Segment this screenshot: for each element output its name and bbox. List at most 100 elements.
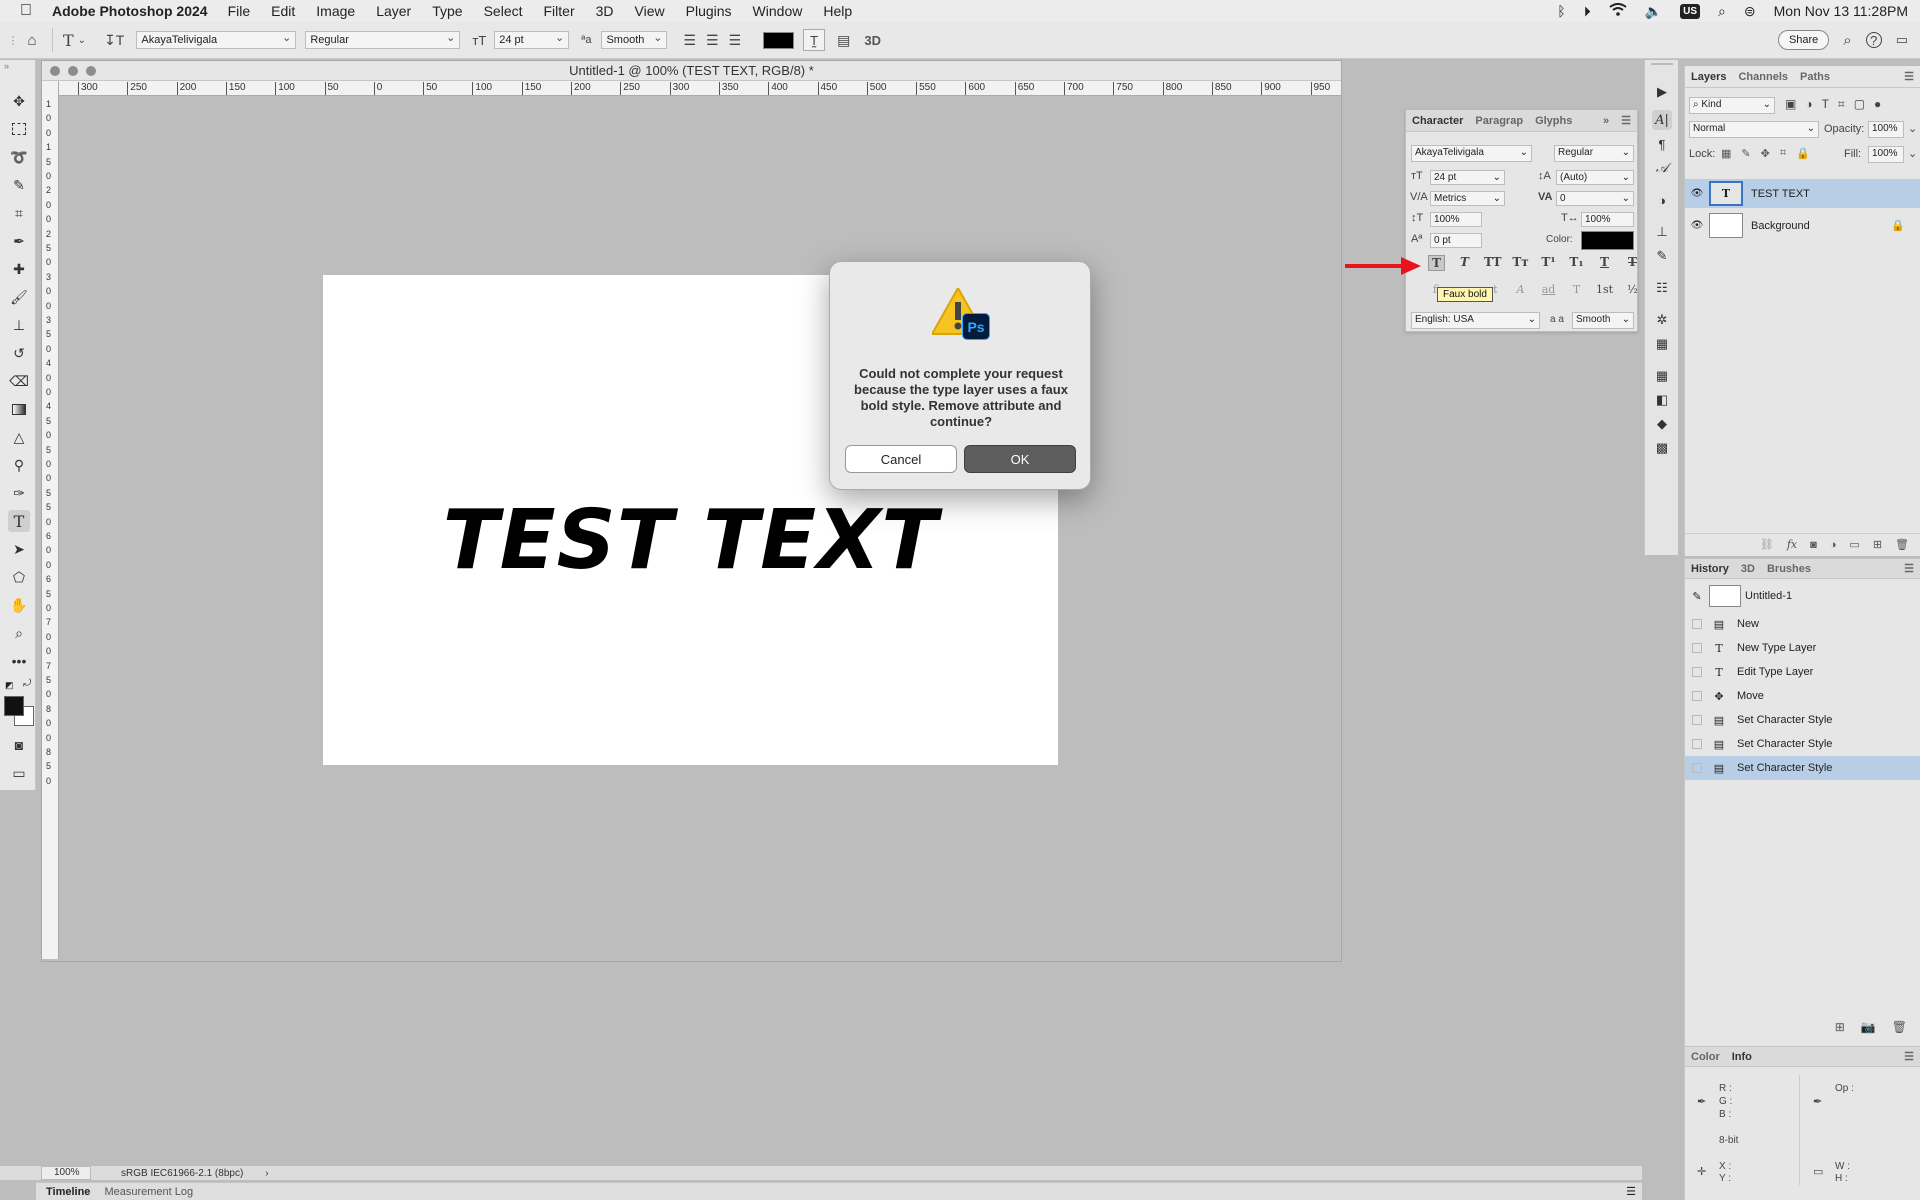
swatches-icon[interactable]: ▦: [1652, 366, 1672, 386]
history-brush-source-icon[interactable]: ✎: [1685, 590, 1709, 603]
eraser-tool-icon[interactable]: ⌫: [8, 370, 30, 392]
apple-icon[interactable]: : [0, 2, 52, 20]
panel-expand-icon[interactable]: »: [4, 61, 9, 71]
history-snapshot[interactable]: ✎ Untitled-1: [1685, 583, 1920, 609]
pen-tool-icon[interactable]: ✑: [8, 482, 30, 504]
tab-layers[interactable]: Layers: [1685, 71, 1732, 83]
vertical-ruler[interactable]: 1 0 0 1 5 0 2 0 0 2 5 0 3 0 0 3 5 0 4 0 0 4 5 0 5 0 0 5 5 0 6 0 0 6 5 0 7 0 0 7…: [42, 81, 59, 959]
adjustment-filter-icon[interactable]: ◑: [1805, 97, 1812, 112]
spotlight-search-icon[interactable]: ⌕: [1718, 3, 1726, 20]
history-checkbox[interactable]: [1692, 619, 1702, 629]
fill-chevron-icon[interactable]: ⌄: [1908, 147, 1917, 160]
link-layers-icon[interactable]: ⛓: [1760, 538, 1774, 551]
blur-tool-icon[interactable]: △: [8, 426, 30, 448]
tab-timeline[interactable]: Timeline: [36, 1186, 100, 1198]
menu-file[interactable]: File: [228, 3, 251, 19]
char-font-family-select[interactable]: AkayaTelivigala ⌄: [1411, 145, 1532, 162]
history-checkbox[interactable]: [1692, 691, 1702, 701]
panel-menu-icon[interactable]: ☰: [1898, 562, 1920, 575]
patterns-icon[interactable]: ▩: [1652, 438, 1672, 458]
text-color-swatch[interactable]: [763, 31, 795, 49]
eyedropper-icon[interactable]: ✒: [1813, 1095, 1822, 1108]
horizontal-ruler[interactable]: 300 250 200 150 100 50 0 50 100 150 200 250 300 350 40…: [59, 81, 1341, 96]
dodge-tool-icon[interactable]: ⚲: [8, 454, 30, 476]
fill-field[interactable]: 100%: [1868, 146, 1904, 163]
align-center-icon[interactable]: ☰: [706, 32, 719, 49]
lasso-tool-icon[interactable]: ➰: [8, 146, 30, 168]
panel-menu-icon[interactable]: ☰: [1898, 70, 1920, 83]
properties-icon[interactable]: ☷: [1652, 278, 1672, 298]
volume-icon[interactable]: 🔈: [1645, 3, 1662, 20]
language-select[interactable]: English: USA ⌄: [1411, 312, 1540, 329]
eyedropper-tool-icon[interactable]: ✒: [8, 230, 30, 252]
eyedropper-icon[interactable]: ✒: [1697, 1095, 1706, 1108]
smart-object-filter-icon[interactable]: ▢: [1854, 97, 1865, 112]
workspace-icon[interactable]: ▭: [1896, 32, 1908, 48]
fractions-button[interactable]: ½: [1624, 283, 1641, 296]
toggle-text-orientation-icon[interactable]: ↧T: [104, 32, 124, 49]
input-source-badge[interactable]: US: [1680, 3, 1701, 19]
history-item[interactable]: ▤ New: [1685, 612, 1920, 636]
faux-bold-button[interactable]: T: [1428, 255, 1445, 271]
gradient-tool-icon[interactable]: [8, 398, 30, 420]
crop-tool-icon[interactable]: ⌗: [8, 202, 30, 224]
navigator-icon[interactable]: ✲: [1652, 310, 1672, 330]
wifi-icon[interactable]: [1609, 3, 1627, 19]
brush-settings-icon[interactable]: ✎: [1652, 246, 1672, 266]
font-family-select[interactable]: AkayaTelivigala: [136, 31, 297, 49]
menu-window[interactable]: Window: [753, 3, 803, 19]
play-icon[interactable]: ⏵: [1584, 3, 1591, 20]
opacity-field[interactable]: 100%: [1868, 121, 1904, 138]
clone-source-icon[interactable]: ⊥: [1652, 222, 1672, 242]
swash-button[interactable]: A: [1512, 283, 1529, 296]
menu-image[interactable]: Image: [316, 3, 355, 19]
history-checkbox[interactable]: [1692, 739, 1702, 749]
font-style-select[interactable]: Regular: [305, 31, 461, 49]
trash-icon[interactable]: 🗑: [1895, 538, 1909, 551]
char-leading-field[interactable]: (Auto) ⌄: [1556, 170, 1634, 185]
warp-text-icon[interactable]: T̰: [803, 29, 826, 51]
close-window-button[interactable]: [50, 66, 60, 76]
snapshot-name[interactable]: Untitled-1: [1745, 590, 1792, 602]
layer-filter-kind-select[interactable]: ⌕ Kind ⌄: [1689, 97, 1775, 114]
type-tool-preset-icon[interactable]: T: [63, 31, 74, 50]
shape-tool-icon[interactable]: ⬠: [8, 566, 30, 588]
tab-brushes[interactable]: Brushes: [1761, 563, 1817, 575]
type-filter-icon[interactable]: T: [1822, 97, 1829, 112]
small-caps-button[interactable]: Tт: [1512, 255, 1529, 271]
strikethrough-button[interactable]: T: [1624, 255, 1641, 271]
char-vertical-scale-field[interactable]: 100%: [1430, 212, 1482, 227]
screen-mode-icon[interactable]: ▭: [8, 762, 30, 784]
share-button[interactable]: Share: [1777, 30, 1830, 50]
layer-row-test-text[interactable]: 👁 T TEST TEXT: [1685, 179, 1920, 208]
panel-collapse-icon[interactable]: ⋮: [4, 34, 22, 47]
layer-name[interactable]: TEST TEXT: [1751, 188, 1810, 200]
faux-italic-button[interactable]: T: [1456, 255, 1473, 271]
menu-view[interactable]: View: [635, 3, 665, 19]
layer-name[interactable]: Background: [1751, 220, 1810, 232]
align-left-icon[interactable]: ☰: [683, 32, 696, 49]
control-center-icon[interactable]: ⊜: [1744, 3, 1756, 20]
clock[interactable]: Mon Nov 13 11:28PM: [1774, 3, 1908, 19]
menu-plugins[interactable]: Plugins: [686, 3, 732, 19]
char-antialias-select[interactable]: Smooth ⌄: [1572, 312, 1634, 329]
canvas-text-layer[interactable]: TEST TEXT: [323, 493, 1058, 588]
visibility-eye-icon[interactable]: 👁: [1685, 220, 1709, 231]
menu-select[interactable]: Select: [484, 3, 523, 19]
minimize-window-button[interactable]: [68, 66, 78, 76]
stylistic-alternates-button[interactable]: ad: [1540, 283, 1557, 296]
history-item[interactable]: T Edit Type Layer: [1685, 660, 1920, 684]
quick-selection-tool-icon[interactable]: ✎: [8, 174, 30, 196]
lock-position-icon[interactable]: ✥: [1761, 147, 1770, 160]
help-icon[interactable]: ?: [1865, 32, 1882, 48]
menu-edit[interactable]: Edit: [271, 3, 295, 19]
history-checkbox[interactable]: [1692, 715, 1702, 725]
healing-brush-tool-icon[interactable]: ✚: [8, 258, 30, 280]
ordinals-button[interactable]: 1st: [1596, 283, 1613, 296]
adjustments-icon[interactable]: ◑: [1652, 190, 1672, 210]
shape-filter-icon[interactable]: ⌗: [1838, 97, 1845, 112]
collapse-panel-icon[interactable]: »: [1597, 115, 1615, 127]
histogram-icon[interactable]: ▦: [1652, 334, 1672, 354]
foreground-color-swatch[interactable]: [4, 696, 24, 716]
more-tools-icon[interactable]: •••: [8, 650, 30, 672]
